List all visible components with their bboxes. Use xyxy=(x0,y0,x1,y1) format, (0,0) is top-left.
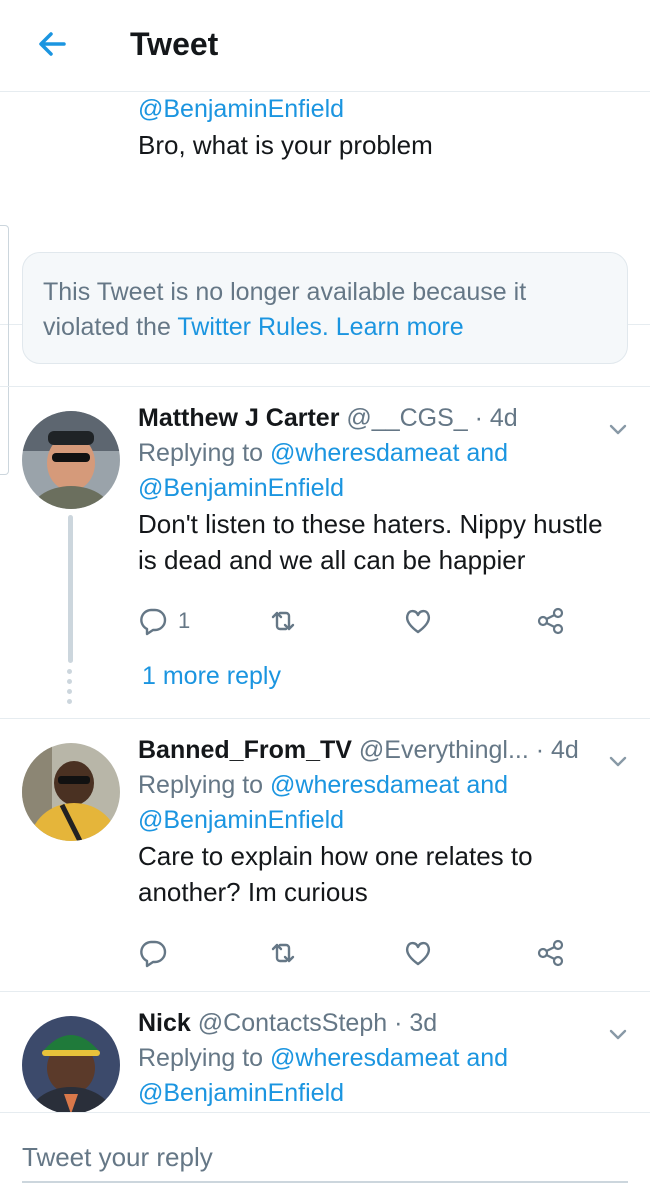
timestamp: · 4d xyxy=(474,404,518,432)
replying-to-label: Replying to xyxy=(138,1044,264,1072)
display-name[interactable]: Nick xyxy=(138,1009,191,1037)
retweet-icon xyxy=(271,943,295,963)
display-name[interactable]: Matthew J Carter xyxy=(138,404,339,432)
tweet-actions xyxy=(138,933,588,973)
replying-to-user[interactable]: @wheresdameat and xyxy=(270,439,508,467)
page-title: Tweet xyxy=(130,26,219,62)
twitter-rules-link[interactable]: Twitter Rules. xyxy=(177,313,328,341)
like-button[interactable] xyxy=(403,601,433,641)
reply-tweet[interactable]: Banned_From_TV @Everythingl... · 4d Repl… xyxy=(0,719,650,992)
learn-more-link[interactable]: Learn more xyxy=(336,313,464,341)
avatar[interactable] xyxy=(22,411,120,509)
chevron-down-icon[interactable] xyxy=(606,1022,630,1046)
app-header: Tweet xyxy=(0,0,650,92)
replying-to-user-2[interactable]: @BenjaminEnfield xyxy=(138,471,630,506)
back-button[interactable] xyxy=(30,22,74,66)
avatar[interactable] xyxy=(22,1016,120,1112)
replying-to-user[interactable]: @wheresdameat and xyxy=(270,1044,508,1072)
unavailable-tweet-notice: This Tweet is no longer available becaus… xyxy=(22,252,628,364)
replying-to-label: Replying to xyxy=(138,771,264,799)
more-replies-link[interactable]: 1 more reply xyxy=(142,659,281,694)
reply-button[interactable]: 1 xyxy=(138,601,190,641)
reply-input[interactable] xyxy=(22,1133,628,1183)
thread-ellipsis xyxy=(67,669,73,709)
user-handle[interactable]: @ContactsSteph xyxy=(198,1009,387,1037)
like-button[interactable] xyxy=(403,933,433,973)
timestamp: · 3d xyxy=(394,1009,438,1037)
tweet-text-line: another? Im curious xyxy=(138,877,368,907)
tweet-text-line: Care to explain how one relates to xyxy=(138,841,533,871)
retweet-icon xyxy=(271,611,295,631)
share-button[interactable] xyxy=(536,933,566,973)
display-name[interactable]: Banned_From_TV xyxy=(138,736,352,764)
mention-link[interactable]: @BenjaminEnfield xyxy=(138,92,630,127)
heart-icon xyxy=(405,609,431,634)
reply-tweet[interactable]: Matthew J Carter @__CGS_ · 4d Replying t… xyxy=(0,387,650,719)
back-arrow-icon xyxy=(39,32,66,56)
reply-icon xyxy=(140,940,167,968)
retweet-button[interactable] xyxy=(268,601,298,641)
replying-to-user[interactable]: @wheresdameat and xyxy=(270,771,508,799)
retweet-button[interactable] xyxy=(268,933,298,973)
tweet-text-line: is dead and we all can be happier xyxy=(138,545,526,575)
replying-to-user-2[interactable]: @BenjaminEnfield xyxy=(138,1076,630,1111)
timestamp: · 4d xyxy=(535,736,579,764)
avatar[interactable] xyxy=(22,743,120,841)
share-button[interactable] xyxy=(536,601,566,641)
share-icon xyxy=(537,939,564,967)
share-icon xyxy=(537,607,564,635)
reply-composer xyxy=(0,1112,650,1200)
reply-icon xyxy=(140,608,167,636)
thread-connector xyxy=(68,515,73,663)
user-handle[interactable]: @Everythingl... xyxy=(359,736,529,764)
reply-tweet[interactable]: Nick @ContactsSteph · 3d Replying to @wh… xyxy=(0,992,650,1112)
tweet-text-line: Don't listen to these haters. Nippy hust… xyxy=(138,509,603,539)
replying-to-user-2[interactable]: @BenjaminEnfield xyxy=(138,803,630,838)
chevron-down-icon[interactable] xyxy=(606,749,630,773)
replying-to-label: Replying to xyxy=(138,439,264,467)
tweet-text: Bro, what is your problem xyxy=(138,130,433,160)
reply-count: 1 xyxy=(178,608,191,633)
reply-button[interactable] xyxy=(138,933,168,973)
user-handle[interactable]: @__CGS_ xyxy=(346,404,467,432)
tweet-actions: 1 xyxy=(138,601,588,641)
conversation-feed[interactable]: @BenjaminEnfield Bro, what is your probl… xyxy=(0,92,650,1112)
chevron-down-icon[interactable] xyxy=(606,417,630,441)
heart-icon xyxy=(405,941,431,966)
